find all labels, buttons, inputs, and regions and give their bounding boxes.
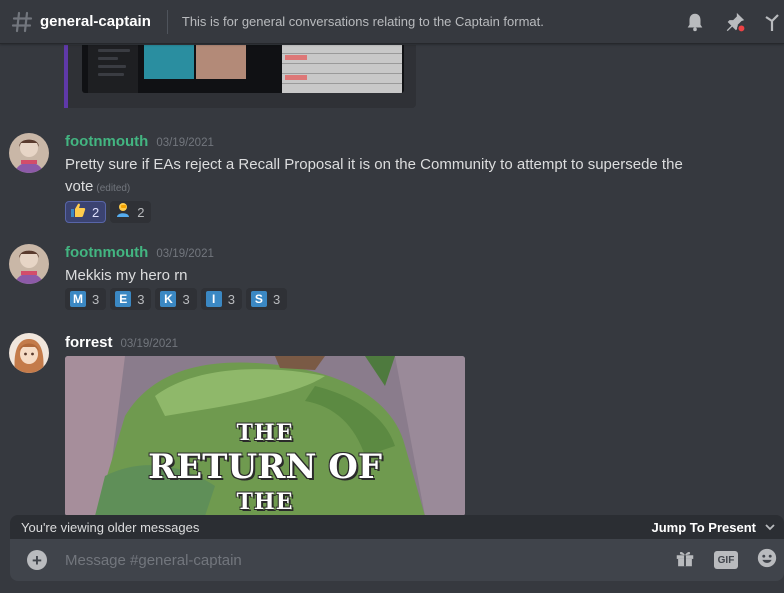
image-attachment[interactable]: THE RETURN OF THE bbox=[65, 356, 465, 515]
emoji-picker-icon[interactable] bbox=[756, 547, 778, 574]
message-list[interactable]: footnmouth 03/19/2021 Pretty sure if EAs… bbox=[0, 45, 784, 515]
composer-toolbar: GIF bbox=[674, 539, 778, 581]
message-item: forrest 03/19/2021 THE RETURN OF THE bbox=[0, 45, 784, 515]
older-messages-text: You're viewing older messages bbox=[21, 519, 200, 535]
avatar[interactable] bbox=[9, 333, 49, 373]
channel-header: general-captain This is for general conv… bbox=[0, 0, 784, 44]
channel-topic[interactable]: This is for general conversations relati… bbox=[182, 14, 544, 29]
message-composer: + GIF bbox=[10, 539, 784, 581]
chevron-down-icon bbox=[765, 524, 775, 531]
header-toolbar bbox=[684, 0, 784, 44]
bell-icon[interactable] bbox=[684, 11, 706, 33]
pin-icon[interactable] bbox=[724, 11, 746, 33]
jump-to-present-button[interactable]: Jump To Present bbox=[651, 520, 776, 535]
header-divider bbox=[166, 9, 168, 34]
gift-icon[interactable] bbox=[674, 547, 696, 574]
jump-to-present-label: Jump To Present bbox=[651, 519, 756, 535]
channel-name: general-captain bbox=[40, 13, 151, 30]
threads-icon[interactable] bbox=[764, 11, 780, 33]
older-messages-bar: You're viewing older messages Jump To Pr… bbox=[10, 515, 784, 539]
username[interactable]: forrest bbox=[65, 334, 113, 351]
message-input[interactable] bbox=[65, 548, 625, 572]
poster-line: RETURN OF bbox=[147, 447, 383, 487]
upload-plus-icon[interactable]: + bbox=[27, 550, 47, 570]
gif-picker-button[interactable]: GIF bbox=[714, 551, 738, 569]
poster-line: THE bbox=[236, 489, 294, 515]
timestamp: 03/19/2021 bbox=[120, 338, 179, 350]
poster-line: THE bbox=[236, 420, 294, 446]
hash-icon bbox=[11, 11, 33, 32]
